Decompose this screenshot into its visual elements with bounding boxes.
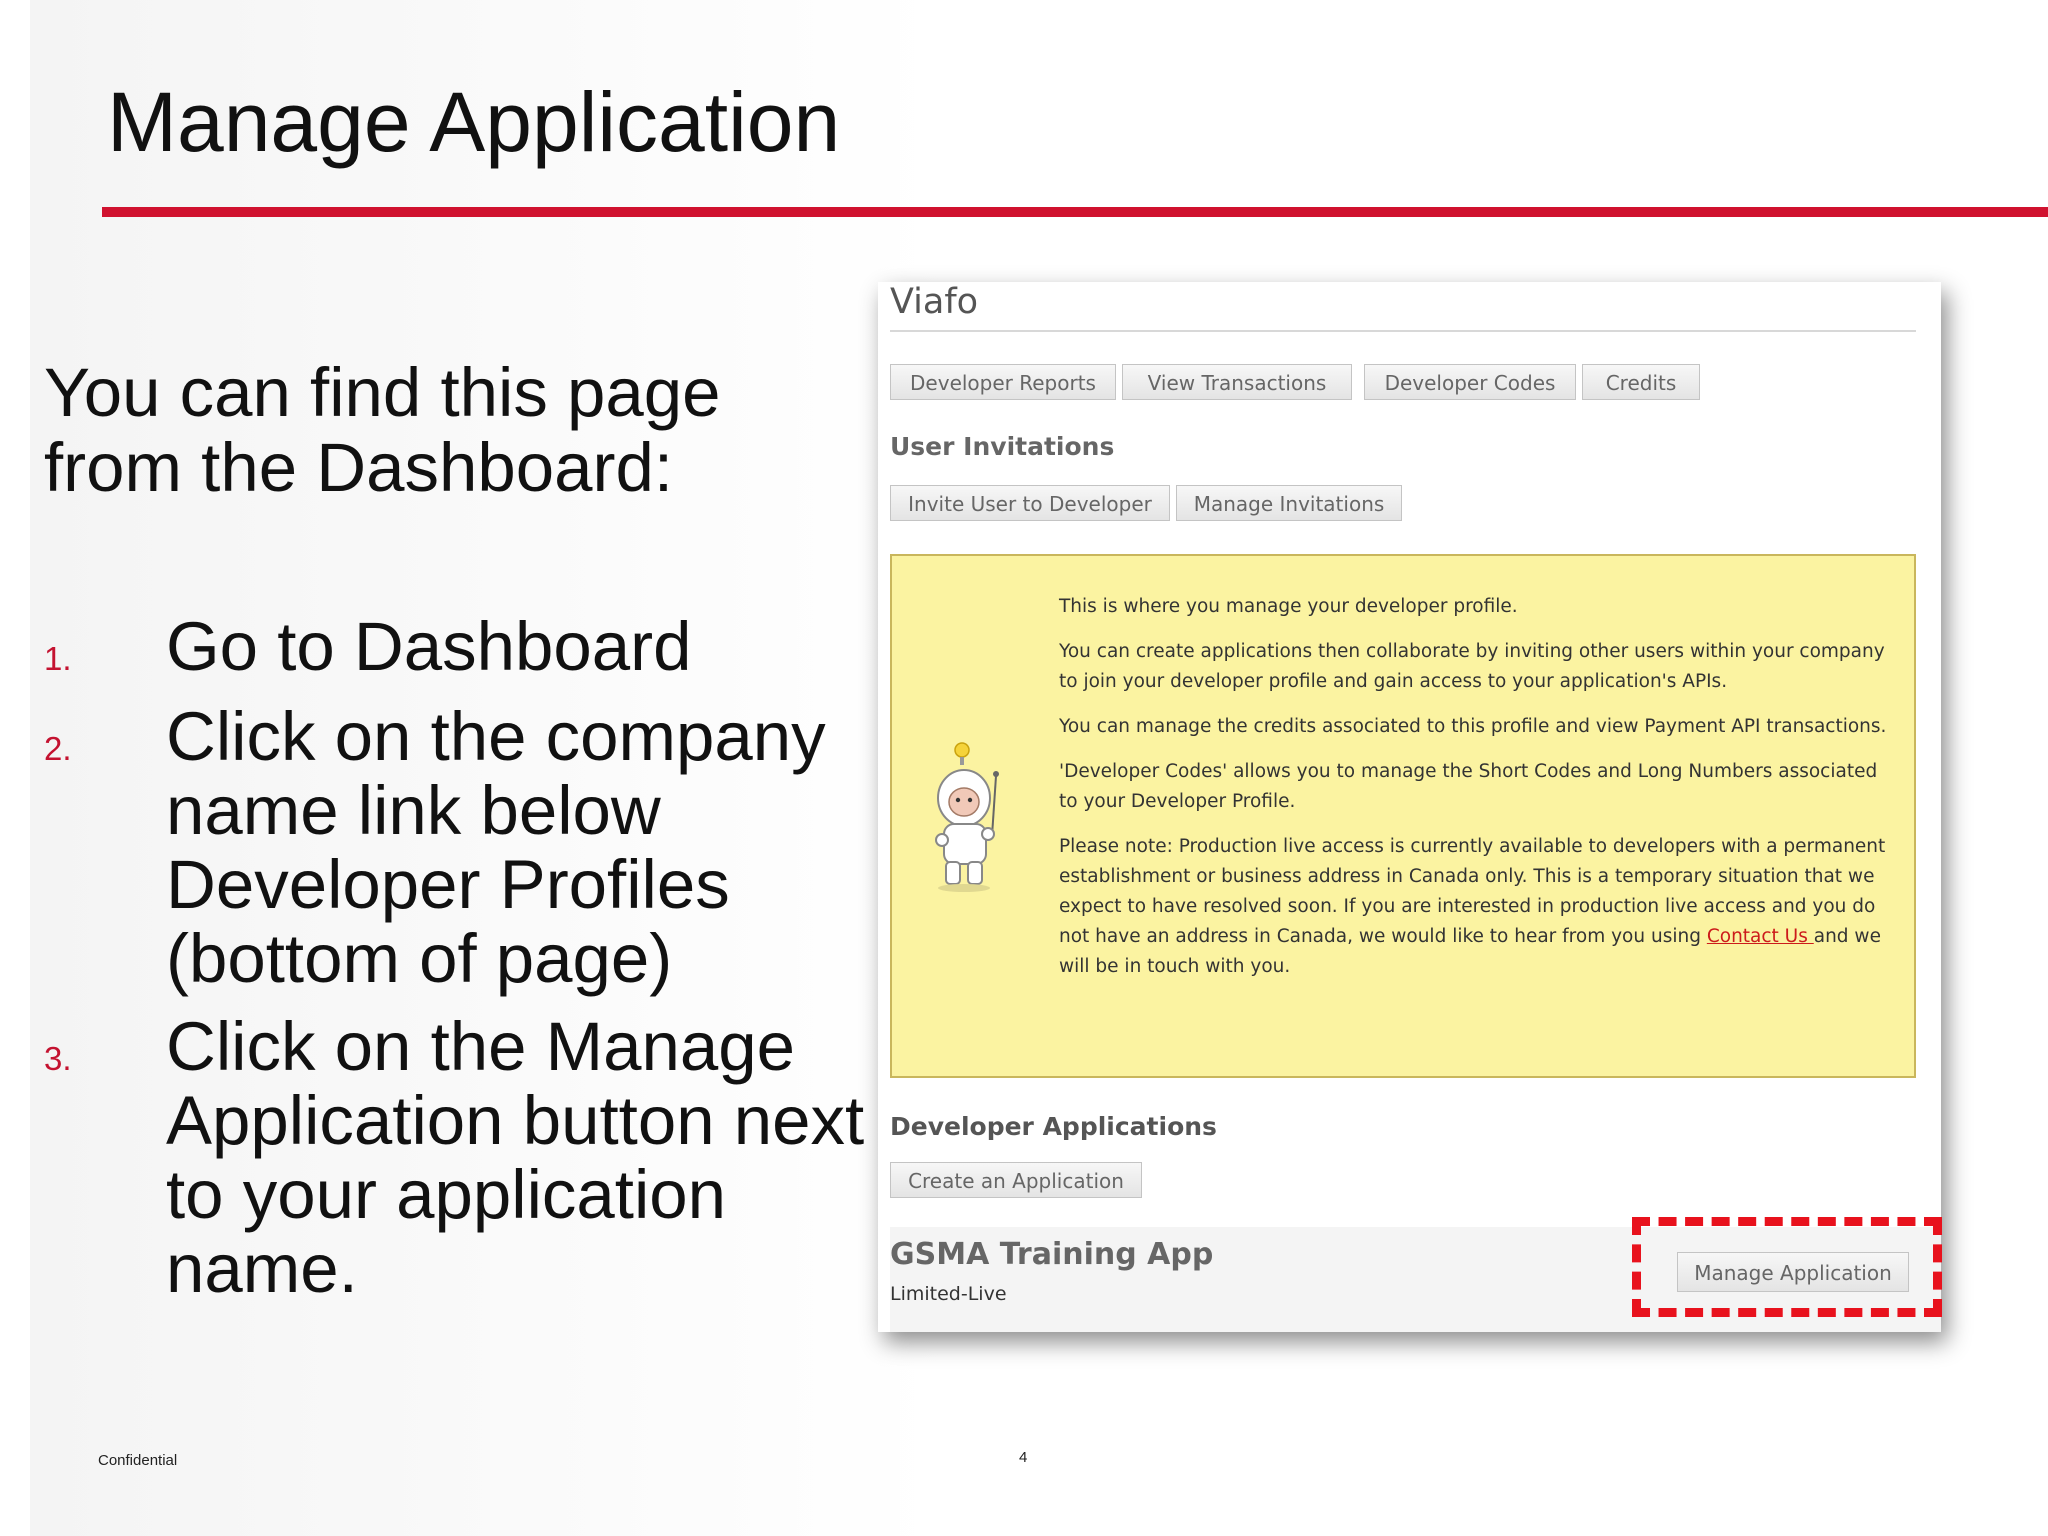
developer-reports-button[interactable]: Developer Reports [890,364,1116,400]
org-divider [890,330,1916,332]
view-transactions-button[interactable]: View Transactions [1122,364,1352,400]
astronaut-mascot-icon [935,742,999,892]
step-number: 2. [44,730,72,767]
application-name[interactable]: GSMA Training App [890,1237,1213,1272]
contact-us-link[interactable]: Contact Us [1707,926,1814,947]
developer-codes-button[interactable]: Developer Codes [1364,364,1576,400]
developer-applications-heading: Developer Applications [890,1112,1217,1141]
info-paragraph: You can create applications then collabo… [1059,641,1885,692]
info-text: This is where you manage your developer … [1059,592,1889,997]
page-number: 4 [1019,1449,1028,1466]
step-number: 1. [44,640,72,677]
dashboard-screenshot: Viafo Developer Reports View Transaction… [878,282,1941,1332]
invite-user-button[interactable]: Invite User to Developer [890,485,1170,521]
info-paragraph: You can manage the credits associated to… [1059,716,1887,737]
info-paragraph: 'Developer Codes' allows you to manage t… [1059,761,1878,812]
info-paragraph: This is where you manage your developer … [1059,596,1518,617]
info-box: This is where you manage your developer … [890,554,1916,1078]
user-invitations-heading: User Invitations [890,432,1115,461]
intro-text: You can find this page from the Dashboar… [44,354,721,506]
application-status: Limited-Live [890,1283,1007,1305]
org-name: Viafo [890,282,979,322]
create-application-button[interactable]: Create an Application [890,1162,1142,1198]
manage-application-highlight [1632,1217,1942,1317]
manage-invitations-button[interactable]: Manage Invitations [1176,485,1402,521]
step-text: Click on the company name link below Dev… [166,698,826,997]
title-divider [102,207,2048,217]
slide-title: Manage Application [107,75,841,169]
info-paragraph: Please note: Production live access is c… [1059,832,1889,982]
footer-confidential: Confidential [98,1452,178,1469]
step-text: Go to Dashboard [166,608,692,685]
step-number: 3. [44,1040,72,1077]
credits-button[interactable]: Credits [1582,364,1700,400]
step-text: Click on the Manage Application button n… [166,1008,865,1307]
